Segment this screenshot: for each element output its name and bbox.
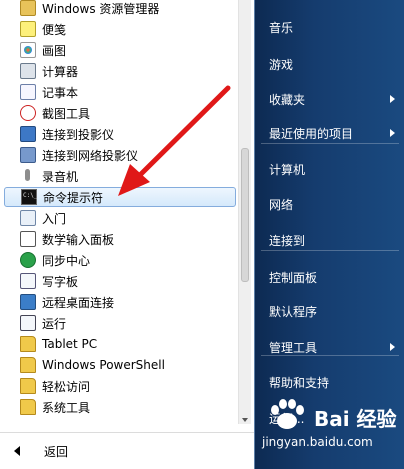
places-separator: [261, 143, 399, 144]
places-item[interactable]: 游戏: [255, 53, 404, 75]
program-item[interactable]: 画图: [4, 40, 236, 60]
program-label: 记事本: [42, 85, 79, 100]
program-label: 命令提示符: [43, 190, 104, 205]
places-item-label: 管理工具: [269, 340, 318, 355]
folder-icon: [20, 378, 36, 394]
program-item[interactable]: 便笺: [4, 19, 236, 39]
projector-icon: [20, 126, 36, 142]
back-arrow-icon: [14, 446, 20, 456]
program-label: Windows PowerShell: [42, 358, 165, 372]
program-label: 截图工具: [42, 106, 91, 121]
program-label: 数学输入面板: [42, 232, 115, 247]
scrollbar-thumb[interactable]: [241, 148, 249, 282]
program-label: Tablet PC: [42, 337, 98, 351]
program-item[interactable]: 运行: [4, 313, 236, 333]
places-item[interactable]: 网络: [255, 193, 404, 215]
program-label: 连接到投影仪: [42, 127, 115, 142]
folder-icon: [20, 357, 36, 373]
snipping-tool-icon: [20, 105, 36, 121]
submenu-arrow-icon: [390, 129, 395, 137]
places-item-label: 游戏: [269, 57, 294, 72]
notepad-icon: [20, 84, 36, 100]
program-item[interactable]: 数学输入面板: [4, 229, 236, 249]
program-label: Windows 资源管理器: [42, 1, 160, 16]
program-item[interactable]: 同步中心: [4, 250, 236, 270]
program-item[interactable]: 远程桌面连接: [4, 292, 236, 312]
sync-center-icon: [20, 252, 36, 268]
places-item[interactable]: 控制面板: [255, 266, 404, 288]
all-programs-list[interactable]: Windows 资源管理器 便笺画图计算器记事本截图工具连接到投影仪连接到网络投影…: [0, 0, 238, 432]
program-label: 录音机: [42, 169, 79, 184]
wordpad-icon: [20, 273, 36, 289]
places-item-label: 连接到: [269, 233, 306, 248]
microphone-icon: [20, 168, 36, 184]
command-prompt-icon: [21, 189, 37, 205]
program-item[interactable]: 系统工具: [4, 397, 236, 417]
program-item[interactable]: 截图工具: [4, 103, 236, 123]
calculator-icon: [20, 63, 36, 79]
math-input-icon: [20, 231, 36, 247]
run-icon: [20, 315, 36, 331]
places-item[interactable]: 连接到: [255, 229, 404, 251]
places-item[interactable]: 最近使用的项目: [255, 122, 404, 144]
baidu-paw-logo-icon: [271, 399, 304, 429]
places-item[interactable]: 收藏夹: [255, 88, 404, 110]
places-item-label: 音乐: [269, 20, 294, 35]
places-item-label: 帮助和支持: [269, 375, 330, 390]
getting-started-icon: [20, 210, 36, 226]
program-item[interactable]: Tablet PC: [4, 334, 236, 354]
submenu-arrow-icon: [390, 95, 395, 103]
program-label: 计算器: [42, 64, 79, 79]
baidu-jingyan-watermark: Bai 经验 jingyan.baidu.com: [262, 393, 402, 461]
program-label: 轻松访问: [42, 379, 91, 394]
program-label: 系统工具: [42, 400, 91, 415]
folder-explorer-icon: [20, 0, 36, 16]
program-item[interactable]: 连接到投影仪: [4, 124, 236, 144]
network-projector-icon: [20, 147, 36, 163]
folder-icon: [20, 399, 36, 415]
program-item[interactable]: Windows PowerShell: [4, 355, 236, 375]
places-separator: [261, 250, 399, 251]
back-label: 返回: [44, 444, 69, 459]
program-item[interactable]: 录音机: [4, 166, 236, 186]
program-item[interactable]: 入门: [4, 208, 236, 228]
places-item[interactable]: 计算机: [255, 158, 404, 180]
program-item[interactable]: 记事本: [4, 82, 236, 102]
program-label: 画图: [42, 43, 67, 58]
places-item-label: 收藏夹: [269, 92, 306, 107]
places-item[interactable]: 默认程序: [255, 300, 404, 322]
program-label: 入门: [42, 211, 67, 226]
places-item-label: 计算机: [269, 162, 306, 177]
program-label: 运行: [42, 316, 67, 331]
submenu-arrow-icon: [390, 343, 395, 351]
paint-icon: [20, 42, 36, 58]
remote-desktop-icon: [20, 294, 36, 310]
programs-scrollbar[interactable]: [238, 0, 251, 424]
places-item-label: 默认程序: [269, 304, 318, 319]
program-label: 便笺: [42, 22, 67, 37]
places-separator: [261, 355, 399, 356]
program-label: 连接到网络投影仪: [42, 148, 139, 163]
program-item[interactable]: 计算器: [4, 61, 236, 81]
program-item[interactable]: 写字板: [4, 271, 236, 291]
programs-panel: Windows 资源管理器 便笺画图计算器记事本截图工具连接到投影仪连接到网络投影…: [0, 0, 254, 469]
places-item[interactable]: 音乐: [255, 16, 404, 38]
program-label: 远程桌面连接: [42, 295, 115, 310]
program-label: 写字板: [42, 274, 79, 289]
folder-icon: [20, 336, 36, 352]
scroll-down-arrow-icon[interactable]: [242, 418, 248, 422]
back-button[interactable]: 返回: [0, 432, 254, 469]
program-item[interactable]: Windows 资源管理器: [4, 0, 236, 18]
places-item[interactable]: 帮助和支持: [255, 371, 404, 393]
places-item-label: 控制面板: [269, 270, 318, 285]
watermark-url: jingyan.baidu.com: [262, 435, 373, 449]
program-label: 同步中心: [42, 253, 91, 268]
places-item-label: 网络: [269, 197, 294, 212]
sticky-notes-icon: [20, 21, 36, 37]
program-item[interactable]: 连接到网络投影仪: [4, 145, 236, 165]
program-item[interactable]: 命令提示符: [4, 187, 236, 207]
places-item-label: 最近使用的项目: [269, 126, 354, 141]
watermark-brand: Bai 经验: [314, 407, 397, 431]
program-item[interactable]: 轻松访问: [4, 376, 236, 396]
